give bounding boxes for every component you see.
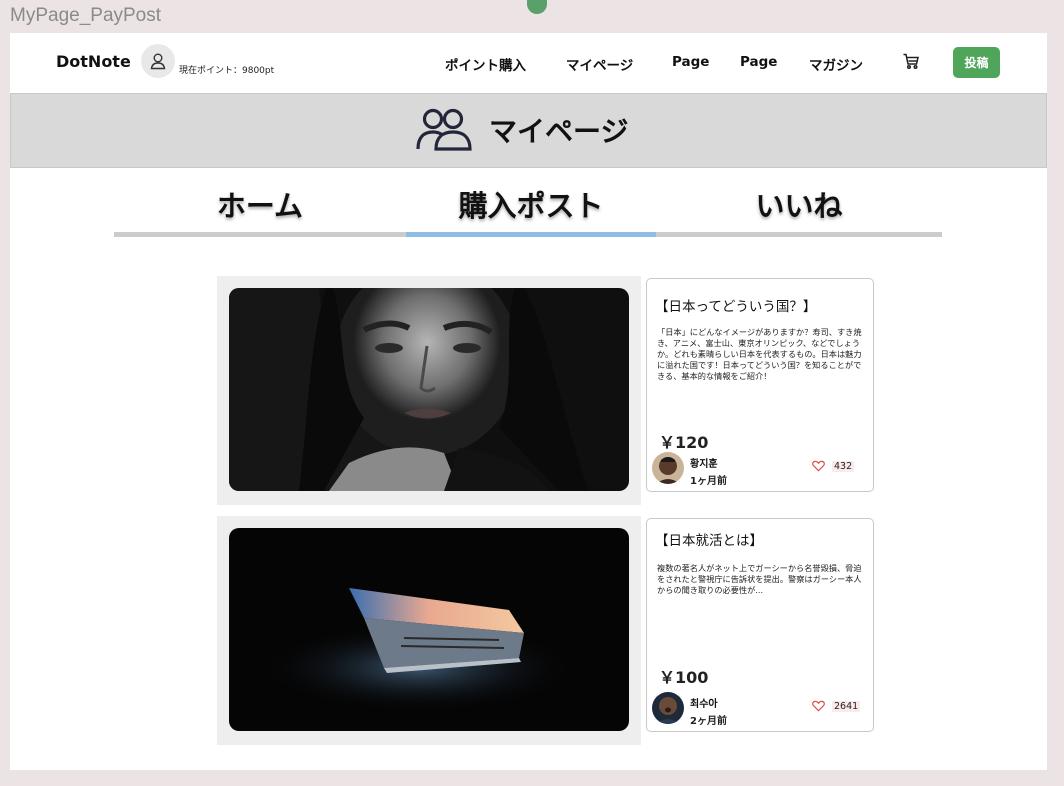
tab-purchased-posts[interactable]: 購入ポスト <box>406 179 656 237</box>
users-icon <box>416 108 472 151</box>
nav-page-2[interactable]: Page <box>740 54 777 70</box>
post-info-panel: 【日本就活とは】 複数の著名人がネット上でガーシーから名誉毀損、脅迫をされたと警… <box>646 518 874 732</box>
post-title[interactable]: 【日本就活とは】 <box>655 529 763 549</box>
heart-icon[interactable] <box>812 700 825 712</box>
author-avatar[interactable] <box>652 452 684 484</box>
post-description: 複数の著名人がネット上でガーシーから名誉毀損、脅迫をされたと警視庁に告訴状を提出… <box>657 563 862 595</box>
post-price: ￥100 <box>659 668 709 687</box>
post-thumbnail-frame <box>217 276 641 505</box>
post-card[interactable]: 【日本就活とは】 複数の著名人がネット上でガーシーから名誉毀損、脅迫をされたと警… <box>217 516 874 745</box>
like-count: 432 <box>832 461 855 472</box>
tab-likes-underline <box>656 232 942 237</box>
tab-purchased-posts-label: 購入ポスト <box>458 189 604 223</box>
tab-likes-label: いいね <box>755 189 843 223</box>
tab-home-label: ホーム <box>216 189 304 223</box>
nav-magazine[interactable]: マガジン <box>809 54 863 74</box>
tab-home-underline <box>114 232 406 237</box>
page: DotNote 現在ポイント：9800pt ポイント購入 マイページ Page … <box>10 33 1047 770</box>
user-icon <box>150 53 166 70</box>
author-name[interactable]: 최수아 <box>690 695 718 710</box>
post-time: 1ヶ月前 <box>690 476 727 487</box>
tab-bar: ホーム 購入ポスト いいね <box>114 179 942 237</box>
post-title[interactable]: 【日本ってどういう国？】 <box>655 295 816 315</box>
post-thumbnail-laptop[interactable] <box>229 528 629 731</box>
decorative-shape <box>527 0 547 14</box>
post-card[interactable]: 【日本ってどういう国？】 「日本」にどんなイメージがありますか？寿司、すき焼き、… <box>217 276 874 505</box>
logo[interactable]: DotNote <box>56 52 131 71</box>
tab-purchased-posts-underline <box>406 232 656 237</box>
post-description: 「日本」にどんなイメージがありますか？寿司、すき焼き、アニメ、富士山、東京オリン… <box>657 327 862 381</box>
like-count: 2641 <box>832 701 861 712</box>
author-avatar[interactable] <box>652 692 684 724</box>
profile-avatar-button[interactable] <box>141 44 175 78</box>
tab-likes[interactable]: いいね <box>656 179 942 237</box>
points-balance: 現在ポイント：9800pt <box>179 66 275 76</box>
post-time: 2ヶ月前 <box>690 716 727 727</box>
page-banner: マイページ <box>10 93 1047 168</box>
page-title: マイページ <box>489 115 629 148</box>
header: DotNote 現在ポイント：9800pt ポイント購入 マイページ Page … <box>10 33 1047 93</box>
cart-icon <box>903 53 919 70</box>
post-button[interactable]: 投稿 <box>953 47 1000 78</box>
nav-mypage[interactable]: マイページ <box>566 54 633 74</box>
tab-home[interactable]: ホーム <box>114 179 406 237</box>
author-name[interactable]: 황지훈 <box>690 455 718 470</box>
post-info-panel: 【日本ってどういう国？】 「日本」にどんなイメージがありますか？寿司、すき焼き、… <box>646 278 874 492</box>
cart-button[interactable] <box>902 52 920 70</box>
nav-buy-points[interactable]: ポイント購入 <box>445 54 526 74</box>
post-thumbnail-portrait[interactable] <box>229 288 629 491</box>
post-price: ￥120 <box>659 433 709 452</box>
post-thumbnail-frame <box>217 516 641 745</box>
frame-label: MyPage_PayPost <box>10 5 162 26</box>
nav-page-1[interactable]: Page <box>672 54 709 70</box>
heart-icon[interactable] <box>812 460 825 472</box>
